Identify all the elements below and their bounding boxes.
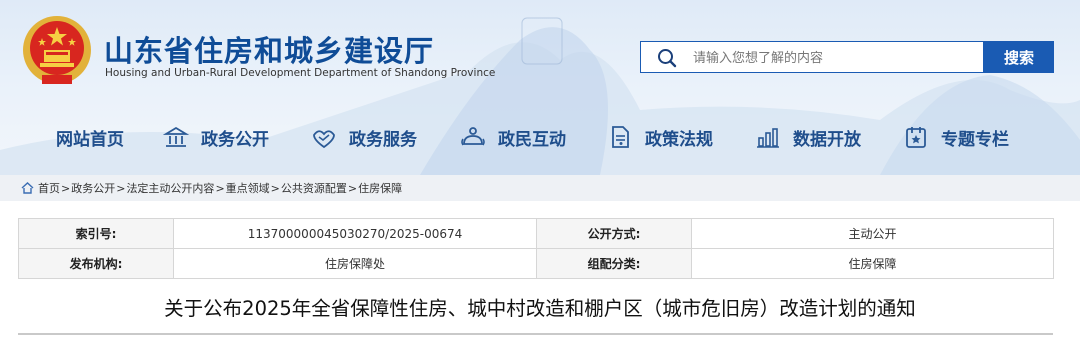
chat-icon	[461, 127, 485, 146]
document-meta-table: 索引号: 113700000045030270/2025-00674 公开方式:…	[18, 218, 1054, 279]
index-number-value: 113700000045030270/2025-00674	[173, 218, 537, 249]
breadcrumb-separator: >	[215, 181, 225, 195]
publisher-label: 发布机构:	[18, 248, 174, 279]
nav-item-label: 政务服务	[349, 129, 417, 150]
breadcrumb-bar: 首页 > 政务公开 > 法定主动公开内容 > 重点领域 > 公共资源配置 > 住房保障	[0, 175, 1080, 201]
table-row: 发布机构: 住房保障处 组配分类: 住房保障	[18, 248, 1054, 279]
publisher-value: 住房保障处	[173, 248, 537, 279]
site-title: 山东省住房和城乡建设厅	[104, 34, 435, 68]
breadcrumb-home[interactable]: 首页	[38, 180, 60, 196]
disclosure-mode-value: 主动公开	[691, 218, 1054, 249]
breadcrumb-statutory-disclosure[interactable]: 法定主动公开内容	[126, 180, 214, 196]
nav-item-label: 政策法规	[645, 129, 713, 150]
search-button[interactable]: 搜索	[984, 41, 1054, 73]
breadcrumb: 首页 > 政务公开 > 法定主动公开内容 > 重点领域 > 公共资源配置 > 住房保障	[21, 180, 402, 196]
search-input[interactable]	[691, 46, 975, 70]
main-nav: 网站首页 政务公开 政务服务 政民互动 政策法规 数据开放 专题专栏	[0, 122, 1080, 152]
breadcrumb-separator: >	[61, 181, 71, 195]
nav-item-label: 政务公开	[201, 129, 269, 150]
home-icon	[21, 182, 34, 194]
nav-item-home[interactable]: 网站首页	[56, 122, 124, 152]
nav-item-public-interaction[interactable]: 政民互动	[460, 122, 566, 152]
document-title: 关于公布2025年全省保障性住房、城中村改造和棚户区（城市危旧房）改造计划的通知	[164, 297, 916, 320]
category-label: 组配分类:	[536, 248, 692, 279]
building-icon	[163, 126, 189, 147]
disclosure-mode-label: 公开方式:	[536, 218, 692, 249]
national-emblem-icon	[23, 16, 91, 84]
breadcrumb-separator: >	[270, 181, 280, 195]
search-box	[640, 41, 984, 73]
breadcrumb-separator: >	[347, 181, 358, 195]
nav-item-special-topics[interactable]: 专题专栏	[903, 122, 1009, 152]
bar-chart-icon	[757, 128, 779, 148]
search-icon	[658, 49, 677, 68]
nav-item-government-affairs[interactable]: 政务公开	[163, 122, 269, 152]
nav-item-label: 政民互动	[498, 129, 566, 150]
handshake-icon	[313, 130, 335, 149]
breadcrumb-public-resources[interactable]: 公共资源配置	[281, 180, 347, 196]
breadcrumb-separator: >	[116, 181, 126, 195]
nav-item-policies[interactable]: 政策法规	[607, 122, 713, 152]
nav-item-government-services[interactable]: 政务服务	[311, 122, 417, 152]
nav-item-label: 网站首页	[56, 129, 124, 150]
folder-icon	[906, 127, 926, 148]
nav-item-open-data[interactable]: 数据开放	[755, 122, 861, 152]
table-row: 索引号: 113700000045030270/2025-00674 公开方式:…	[18, 218, 1054, 249]
breadcrumb-government-affairs[interactable]: 政务公开	[71, 180, 115, 196]
breadcrumb-key-areas[interactable]: 重点领域	[226, 180, 270, 196]
nav-item-label: 专题专栏	[941, 129, 1009, 150]
breadcrumb-housing-security[interactable]: 住房保障	[358, 180, 402, 196]
site-subtitle: Housing and Urban-Rural Development Depa…	[105, 67, 496, 79]
title-divider	[18, 333, 1053, 335]
site-header: 山东省住房和城乡建设厅 Housing and Urban-Rural Deve…	[0, 0, 1080, 175]
category-value: 住房保障	[691, 248, 1054, 279]
nav-item-label: 数据开放	[793, 129, 861, 150]
index-number-label: 索引号:	[18, 218, 174, 249]
document-icon	[612, 126, 629, 148]
